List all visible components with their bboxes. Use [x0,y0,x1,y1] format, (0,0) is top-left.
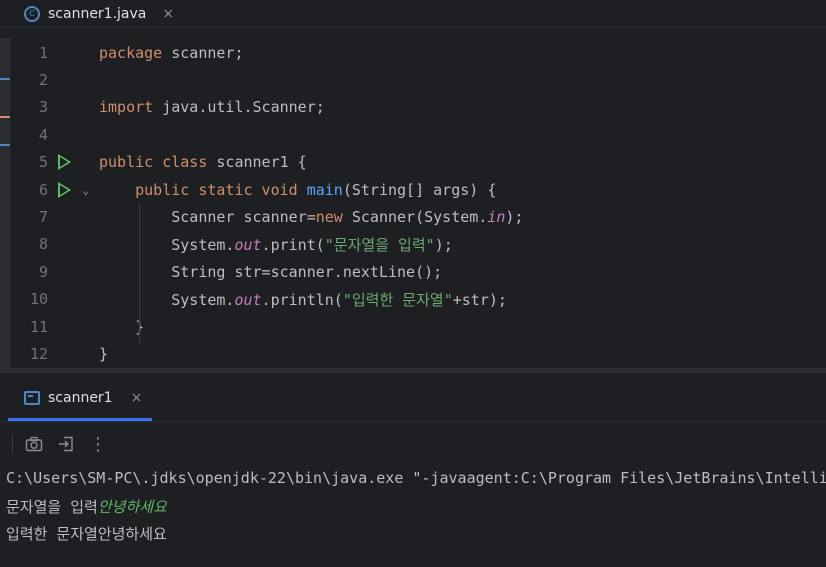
console-user-input: 안녕하세요 [97,498,167,516]
fold-chevron-icon[interactable]: ⌄ [82,183,89,197]
run-gutter-icon[interactable] [58,181,71,198]
console-line: C:\Users\SM-PC\.jdks\openjdk-22\bin\java… [6,469,826,487]
line-number: 11 [29,317,48,336]
line-number: 9 [38,262,48,281]
code-token: (String[] args) { [342,180,497,199]
code-token: Scanner(System. [351,207,488,226]
code-token: String str=scanner.nextLine(); [99,262,443,281]
code-line[interactable]: 10 System.out.println("입력한 문자열"+str); [10,286,826,313]
panel-tab-border [0,421,826,422]
code-text: } [99,318,144,336]
code-text: import java.util.Scanner; [99,98,325,116]
code-token: public static void [135,180,307,199]
code-line[interactable]: 12} [10,340,826,367]
code-text: Scanner scanner=new Scanner(System.in); [99,208,523,226]
code-text: System.out.println("입력한 문자열"+str); [99,289,507,310]
run-panel: scanner1 × ⋮ C:\Users\SM-PC\.jdks\openjd… [0,373,826,567]
code-token: System. [99,235,235,254]
code-token: "문자열을 입력" [324,235,435,254]
code-token: in [487,207,506,226]
project-marker [0,116,10,118]
indent-guide [139,203,140,343]
code-token: ); [434,235,453,254]
line-number: 10 [29,290,48,309]
code-token: out [234,290,262,309]
exit-icon[interactable] [55,433,77,455]
project-panel-edge[interactable] [0,38,10,368]
line-number: 6 [38,180,48,199]
code-token: public class [99,153,217,172]
project-marker [0,78,10,80]
code-line[interactable]: 8 System.out.print("문자열을 입력"); [10,231,826,258]
code-line[interactable]: 4 [10,121,826,148]
code-line[interactable]: 3 import java.util.Scanner; [10,94,826,121]
code-token: ); [505,207,524,226]
code-line[interactable]: 5 public class scanner1 { [10,149,826,176]
code-token: scanner; [171,43,244,62]
tab-label: scanner1.java [48,5,147,22]
code-line[interactable]: 2 [10,66,826,93]
toolbar-separator [12,434,13,454]
run-gutter-icon[interactable] [58,154,71,171]
code-text: package scanner; [99,44,244,62]
code-text: String str=scanner.nextLine(); [99,263,442,281]
code-text: public static void main(String[] args) { [99,181,496,199]
tab-run-scanner1[interactable]: scanner1 × [24,385,142,411]
code-token: .println( [261,290,343,309]
code-token: main [306,180,343,199]
line-number: 12 [29,344,48,363]
code-text: public class scanner1 { [99,153,307,171]
code-line[interactable]: 7 Scanner scanner=new Scanner(System.in)… [10,203,826,230]
line-number: 7 [38,207,48,226]
project-marker [0,144,10,146]
code-token: out [234,235,262,254]
console-prompt: 문자열을 입력 [6,498,98,516]
code-token: Scanner scanner= [99,207,316,226]
line-number: 5 [38,153,48,172]
line-number: 1 [38,43,48,62]
tab-scanner1-java[interactable]: C scanner1.java × [24,0,174,27]
editor-tab-bar: C scanner1.java × [0,0,826,28]
code-editor[interactable]: 1 package scanner; 2 3 import java.util.Scan… [10,38,826,368]
line-number: 3 [38,98,48,117]
code-token: scanner1 { [216,153,307,172]
code-line[interactable]: 9 String str=scanner.nextLine(); [10,258,826,285]
console-line: 입력한 문자열안녕하세요 [6,525,167,543]
code-token: package [99,43,172,62]
code-token: +str); [452,290,507,309]
code-line[interactable]: 11 } [10,313,826,340]
line-number: 2 [38,70,48,89]
console-line: 문자열을 입력안녕하세요 [6,496,826,523]
code-text: System.out.print("문자열을 입력"); [99,234,453,255]
camera-icon[interactable] [23,433,45,455]
run-tab-label: scanner1 [48,390,113,406]
code-token: java.util.Scanner; [162,98,325,117]
code-line[interactable]: 6 ⌄ public static void main(String[] args… [10,176,826,203]
line-number: 8 [38,235,48,254]
code-token: import [99,98,163,117]
close-icon[interactable]: × [131,390,143,406]
code-line[interactable]: 1 package scanner; [10,39,826,66]
code-token: .print( [261,235,325,254]
console-output[interactable]: C:\Users\SM-PC\.jdks\openjdk-22\bin\java… [6,469,826,550]
run-toolbar: ⋮ [12,433,119,455]
code-text: } [99,345,108,363]
line-number: 4 [38,125,48,144]
code-token: } [99,344,109,363]
code-token: } [99,317,145,336]
console-icon [24,391,40,405]
code-token: new [315,207,352,226]
code-token: "입력한 문자열" [342,290,453,309]
more-options-icon[interactable]: ⋮ [87,433,109,455]
code-token: System. [99,290,235,309]
close-icon[interactable]: × [162,6,174,22]
java-class-icon: C [24,5,40,22]
